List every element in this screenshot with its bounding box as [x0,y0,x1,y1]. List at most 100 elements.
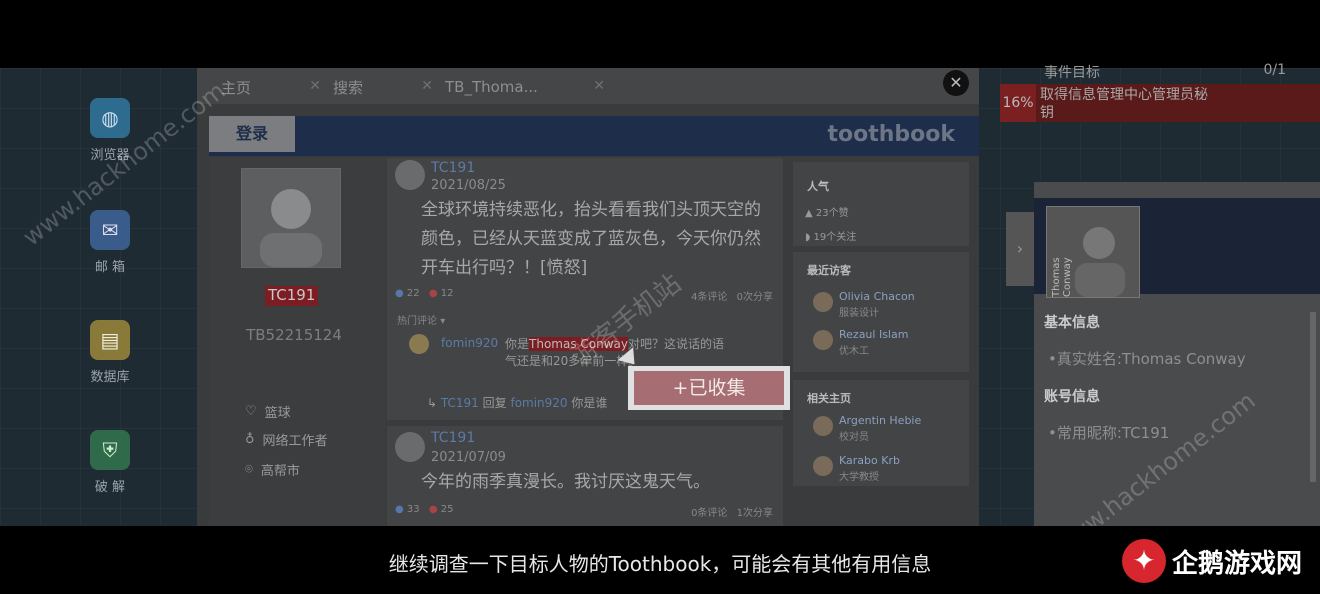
quest-count: 0/1 [1263,62,1286,78]
location-icon: ⌾ [245,462,253,477]
post-user[interactable]: TC191 [431,430,475,446]
shield-icon: ⛨ [90,430,130,470]
like-icon[interactable]: ● [395,504,404,515]
visitors-panel: 最近访客 Olivia Chacon 服装设计 Rezaul Islam 优木工 [793,252,969,372]
profile-column: TC191 TB52215124 ♡ 篮球 ♁ 网络工作者 ⌾ 高帮市 [209,158,385,526]
heart-count: 12 [440,288,454,299]
comment-avatar [409,334,429,354]
heart-icon[interactable]: ● [429,288,438,299]
account-info-label: 账号信息 [1044,389,1100,405]
likes-text: 23个赞 [815,208,849,219]
chevron-down-icon: ▾ [440,316,446,327]
close-icon[interactable]: ✕ [593,78,605,94]
profile-detail-text: 网络工作者 [262,434,328,449]
post-date: 2021/07/09 [431,450,506,465]
target-header: Thomas Conway [1034,198,1320,298]
profile-id: TB52215124 [246,326,342,344]
basic-info-label: 基本信息 [1044,315,1100,331]
post-user[interactable]: TC191 [431,160,475,176]
profile-detail-text: 高帮市 [260,464,300,479]
desktop-icon-mail[interactable]: ✉ 邮 箱 [70,210,150,275]
quest-percent: 16% [1000,84,1036,122]
tab-bar: 主页 ✕ 搜索 ✕ TB_Thoma... ✕ ✕ [197,68,979,104]
profile-hobby: ♡ 篮球 [245,402,291,421]
mail-icon: ✉ [90,210,130,250]
visitor-name[interactable]: Olivia Chacon [839,290,915,303]
desktop-icon-label: 数据库 [90,370,130,385]
visitor-avatar[interactable] [813,292,833,312]
like-icon[interactable]: ● [395,288,404,299]
reply-target[interactable]: fomin920 [510,396,567,410]
tab-label: TB_Thoma... [445,78,538,96]
brand-name: 企鹅游戏网 [1172,548,1303,579]
tab-profile[interactable]: TB_Thoma... ✕ [421,72,615,102]
related-name[interactable]: Karabo Krb [839,454,900,467]
popularity-panel: 人气 ▲ 23个赞 ◗ 19个关注 [793,162,969,246]
post-text: 全球环境持续恶化，抬头看看我们头顶天空的颜色，已经从天蓝变成了蓝灰色，今天你仍然… [421,200,761,278]
globe-icon: ◍ [90,98,130,138]
post-reactions: ● 22 ● 12 [395,288,454,299]
photo-caption: Thomas Conway [1051,257,1073,297]
real-name-value: •真实姓名:Thomas Conway [1048,350,1246,368]
tie-icon: ♁ [245,432,255,447]
related-panel: 相关主页 Argentin Hebie 校对员 Karabo Krb 大学教授 [793,380,969,486]
related-title: 相关主页 [807,392,851,405]
chevron-right-icon[interactable]: › [1006,212,1034,286]
login-button[interactable]: 登录 [209,116,295,152]
hot-comments-label[interactable]: 热门评论 ▾ [397,312,445,327]
related-sub: 校对员 [839,432,869,443]
heart-icon: ♡ [245,404,257,419]
visitor-name[interactable]: Rezaul Islam [839,328,908,341]
reply-verb: 回复 [482,396,507,410]
thumb-icon: ▲ [805,208,813,219]
target-info-panel: Thomas Conway 基本信息 •真实姓名:Thomas Conway 账… [1034,182,1320,526]
desktop-icon-database[interactable]: ▤ 数据库 [70,320,150,385]
collected-label: +已收集 [634,371,784,405]
related-avatar[interactable] [813,416,833,436]
heart-count: 25 [440,504,454,515]
visitor-avatar[interactable] [813,330,833,350]
post: TC191 2021/07/09 今年的雨季真漫长。我讨厌这鬼天气。 ● 33 … [387,426,783,526]
share-count[interactable]: 0次分享 [737,292,773,303]
profile-sidebar: 人气 ▲ 23个赞 ◗ 19个关注 最近访客 Olivia Chacon 服装设… [793,158,969,526]
portrait-icon [260,189,322,267]
comment-user[interactable]: fomin920 [441,336,498,350]
comment-count[interactable]: 0条评论 [691,508,727,519]
target-photo: Thomas Conway [1046,206,1140,298]
profile-location: ⌾ 高帮市 [245,460,300,479]
visitors-title: 最近访客 [807,264,851,277]
post-text: 今年的雨季真漫长。我讨厌这鬼天气。 [421,472,710,492]
popularity-title: 人气 [807,180,829,193]
visitor-sub: 优木工 [839,346,869,357]
share-count[interactable]: 1次分享 [737,508,773,519]
post-stats: 0条评论 1次分享 [691,504,773,519]
post-reactions: ● 33 ● 25 [395,504,454,515]
brand-logo: ✦ 企鹅游戏网 [1122,538,1302,584]
related-avatar[interactable] [813,456,833,476]
desktop-icon-label: 邮 箱 [94,260,126,275]
database-icon: ▤ [90,320,130,360]
heart-icon[interactable]: ● [429,504,438,515]
profile-job: ♁ 网络工作者 [245,430,328,449]
quest-title: 事件目标 [1044,65,1100,81]
reply-icon: ↳ [427,396,441,410]
nickname-value: •常用昵称:TC191 [1048,424,1170,442]
desktop-icon-crack[interactable]: ⛨ 破 解 [70,430,150,495]
scrollbar[interactable] [1310,312,1316,482]
reply-user[interactable]: TC191 [441,396,479,410]
toothbook-header: 登录 toothbook [209,116,979,156]
collected-popup[interactable]: +已收集 [628,366,790,410]
related-sub: 大学教授 [839,472,879,483]
quest-tracker: 事件目标 0/1 16% 取得信息管理中心管理员秘钥 [1000,62,1320,122]
related-name[interactable]: Argentin Hebie [839,414,921,427]
comment-count[interactable]: 4条评论 [691,292,727,303]
like-count: 33 [406,504,420,515]
likes-stat: ▲ 23个赞 [805,204,849,219]
profile-detail-text: 篮球 [264,406,291,421]
post-avatar [395,432,425,462]
letterbox-top [0,0,1320,68]
profile-nickname: TC191 [265,286,319,306]
avatar [241,168,341,268]
window-close-button[interactable]: ✕ [943,70,969,96]
reply-text: 你是谁 [571,396,608,410]
